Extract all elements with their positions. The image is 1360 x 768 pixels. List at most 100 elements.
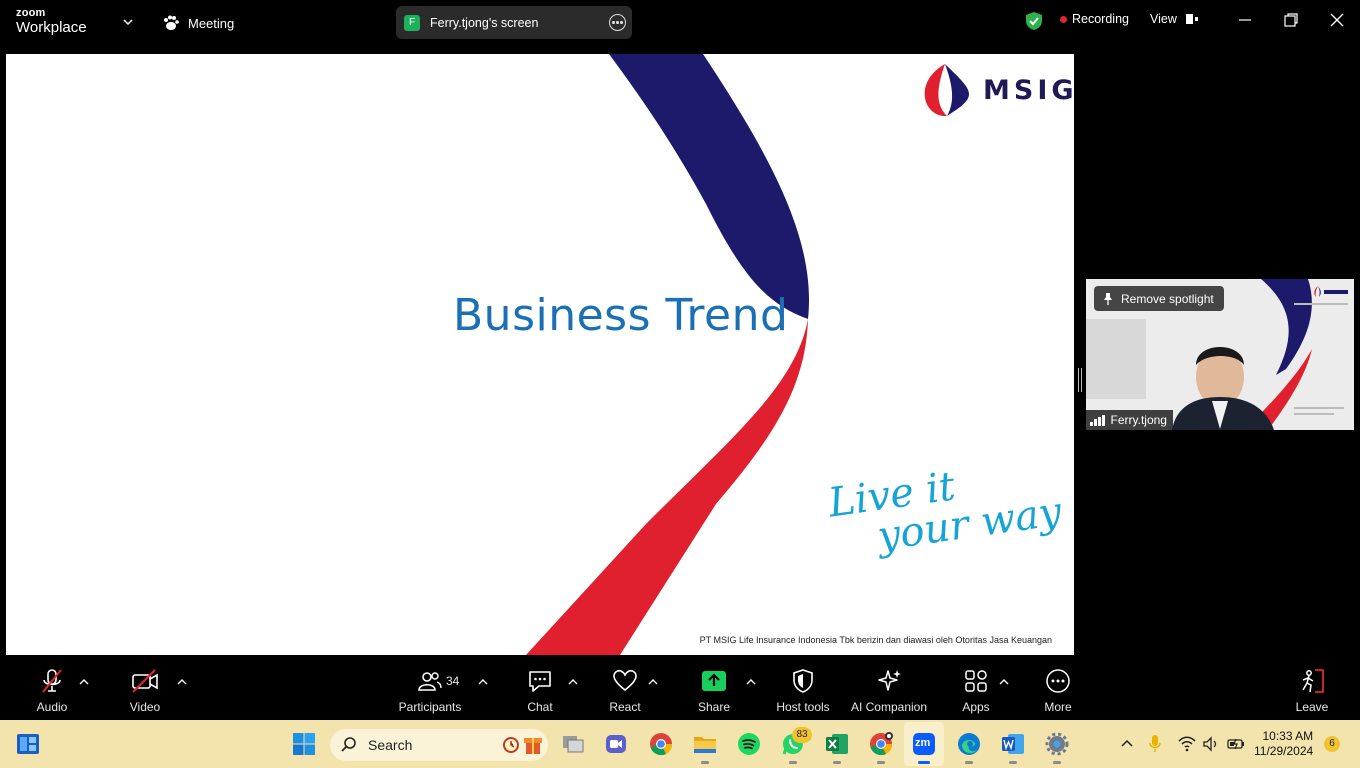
teams-meet-icon[interactable]	[604, 732, 628, 756]
view-label: View	[1150, 12, 1177, 26]
meeting-menu[interactable]: Meeting	[162, 14, 234, 32]
remove-spotlight-label: Remove spotlight	[1121, 291, 1214, 306]
file-explorer-icon[interactable]	[693, 732, 717, 756]
spotify-icon[interactable]	[737, 732, 761, 756]
slide-footer: PT MSIG Life Insurance Indonesia Tbk ber…	[699, 635, 1052, 645]
zoom-workplace-logo: zoom Workplace	[16, 7, 87, 36]
windows-start-icon[interactable]	[292, 732, 316, 756]
remove-spotlight-button[interactable]: Remove spotlight	[1094, 286, 1224, 311]
participant-name: Ferry.tjong	[1110, 413, 1167, 427]
audio-options-caret-icon[interactable]	[79, 678, 89, 686]
word-icon[interactable]	[1001, 732, 1025, 756]
wifi-icon[interactable]	[1178, 736, 1196, 752]
more-options-icon[interactable]	[609, 14, 626, 31]
encryption-shield-icon[interactable]	[1025, 11, 1043, 31]
search-highlight-icon	[503, 737, 542, 754]
paw-icon	[164, 15, 179, 30]
participants-count: 34	[446, 674, 460, 688]
close-icon[interactable]	[1329, 12, 1345, 28]
participant-video-tile[interactable]: Remove spotlight Ferry.tjong	[1086, 279, 1354, 430]
share-label: Share	[697, 700, 731, 714]
shared-screen-pill[interactable]: F Ferry.tjong's screen	[396, 6, 632, 39]
pin-icon	[1104, 292, 1112, 305]
task-view-icon[interactable]	[561, 732, 585, 756]
logo-line-2: Workplace	[16, 19, 87, 36]
react-button[interactable]: React	[608, 668, 642, 716]
slide-swoosh-graphic	[526, 54, 810, 655]
whatsapp-running-indicator	[789, 761, 797, 764]
chrome-icon[interactable]	[649, 732, 673, 756]
taskbar-clock[interactable]: 10:33 AM 11/29/2024	[1254, 729, 1313, 759]
explorer-running-indicator	[701, 761, 709, 764]
microphone-in-use-icon[interactable]	[1148, 734, 1162, 754]
msig-emblem-icon	[924, 64, 969, 117]
ai-companion-button[interactable]: AI Companion	[849, 668, 929, 716]
shared-screen-slide: MSIG Business Trend Live it your way PT …	[6, 54, 1074, 655]
word-running-indicator	[1009, 761, 1017, 764]
panel-resize-handle[interactable]	[1078, 368, 1082, 392]
settings-gear-icon[interactable]	[1045, 732, 1069, 756]
audio-button[interactable]: Audio	[34, 668, 70, 716]
logo-line-1: zoom	[16, 7, 46, 19]
battery-icon[interactable]	[1226, 736, 1246, 752]
zoom-running-indicator	[918, 761, 930, 764]
msig-logo: MSIG	[921, 62, 1074, 118]
react-label: React	[609, 700, 641, 714]
search-placeholder: Search	[368, 737, 413, 753]
host-shield-icon	[793, 669, 813, 693]
leave-button[interactable]: Leave	[1296, 668, 1328, 716]
apps-label: Apps	[962, 700, 990, 714]
video-label: Video	[129, 700, 161, 714]
video-off-icon	[132, 669, 158, 693]
react-options-caret-icon[interactable]	[648, 678, 658, 686]
meeting-label: Meeting	[188, 15, 235, 31]
apps-options-caret-icon[interactable]	[999, 678, 1009, 686]
chrome-profile-icon[interactable]	[869, 732, 893, 756]
more-button[interactable]: More	[1042, 668, 1074, 716]
share-button[interactable]: Share	[696, 668, 732, 716]
widgets-icon[interactable]	[16, 732, 40, 756]
more-dots-icon	[1046, 669, 1070, 693]
chat-options-caret-icon[interactable]	[568, 678, 578, 686]
host-tools-label: Host tools	[776, 700, 830, 714]
taskbar-search-box[interactable]: Search	[330, 729, 548, 761]
meeting-toolbar: Audio Video Participants 34 Chat React S…	[0, 660, 1360, 720]
slide-title: Business Trend	[453, 290, 789, 341]
whatsapp-badge: 83	[792, 727, 812, 743]
shared-screen-label: Ferry.tjong's screen	[430, 15, 539, 30]
participants-options-caret-icon[interactable]	[478, 678, 488, 686]
chrome-running-indicator	[877, 761, 885, 764]
video-options-caret-icon[interactable]	[177, 678, 187, 686]
leave-label: Leave	[1295, 700, 1329, 714]
title-bar: zoom Workplace Meeting F Ferry.tjong's s…	[0, 0, 1360, 44]
sharer-avatar: F	[404, 14, 420, 31]
show-hidden-icons-chevron-icon[interactable]	[1120, 738, 1134, 748]
apps-grid-icon	[965, 670, 987, 692]
participants-icon	[418, 672, 442, 691]
share-options-caret-icon[interactable]	[746, 678, 756, 686]
chat-button[interactable]: Chat	[524, 668, 556, 716]
minimize-icon[interactable]	[1237, 12, 1253, 28]
host-tools-button[interactable]: Host tools	[774, 668, 832, 716]
more-label: More	[1044, 700, 1072, 714]
recording-indicator[interactable]: Recording	[1060, 12, 1129, 26]
search-icon	[341, 737, 356, 752]
view-menu[interactable]: View	[1150, 12, 1199, 26]
clock-time: 10:33 AM	[1262, 729, 1314, 743]
apps-button[interactable]: Apps	[960, 668, 992, 716]
ai-companion-label: AI Companion	[850, 700, 928, 714]
excel-icon[interactable]	[825, 732, 849, 756]
heart-react-icon	[613, 669, 637, 692]
recording-dot-icon	[1060, 15, 1067, 23]
notification-count-badge[interactable]: 6	[1324, 736, 1340, 752]
volume-icon[interactable]	[1202, 736, 1220, 752]
settings-running-indicator	[1053, 761, 1061, 764]
video-button[interactable]: Video	[128, 668, 162, 716]
restore-icon[interactable]	[1283, 12, 1299, 28]
edge-icon[interactable]	[957, 732, 981, 756]
chat-icon	[529, 671, 551, 692]
chat-label: Chat	[527, 700, 553, 714]
chevron-down-icon[interactable]	[122, 16, 134, 28]
edge-running-indicator	[965, 761, 973, 764]
msig-brand-text: MSIG	[983, 74, 1074, 106]
